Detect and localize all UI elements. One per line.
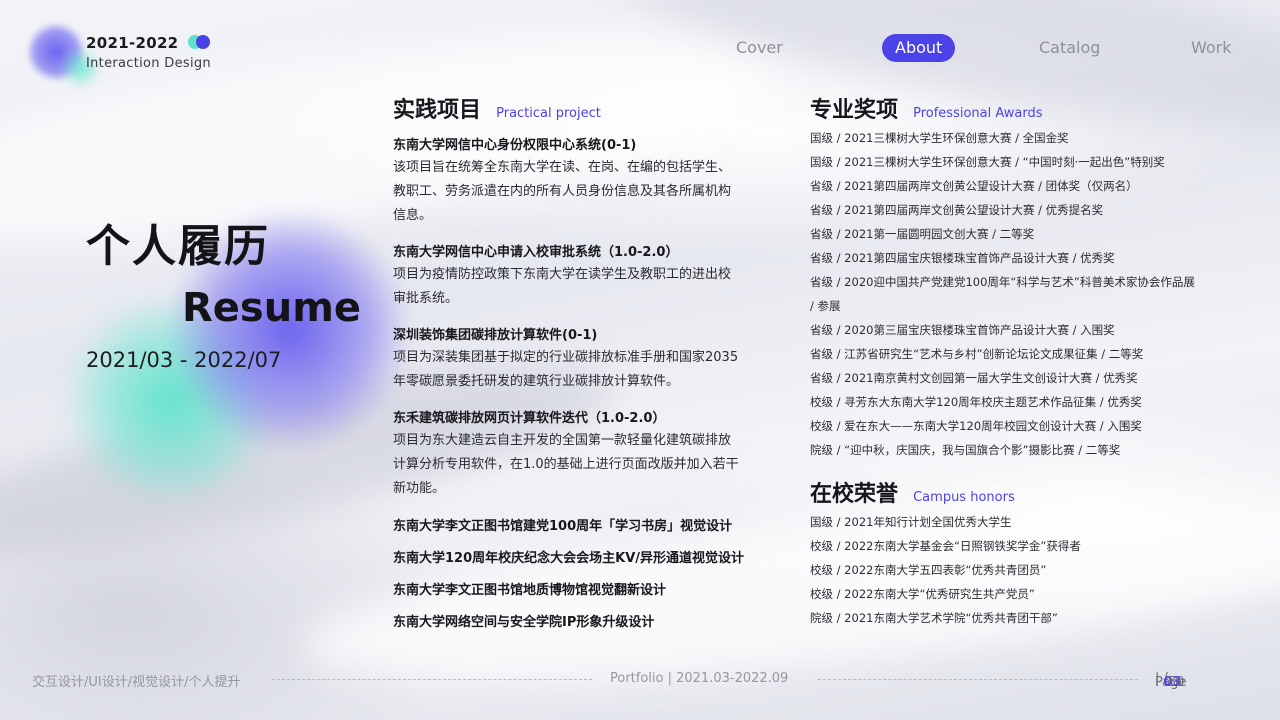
award-item: 国级 / 2021三棵树大学生环保创意大赛 / 全国金奖 <box>810 131 1069 145</box>
honor-item: 校级 / 2022东南大学“优秀研究生共产党员” <box>810 587 1035 601</box>
awards-heading-en: Professional Awards <box>913 106 1043 121</box>
footer-tags: 交互设计/UI设计/视觉设计/个人提升 <box>32 675 241 690</box>
footer-portfolio: Portfolio | 2021.03-2022.09 <box>610 671 789 686</box>
project-desc: 项目为疫情防控政策下东南大学在读学生及教职工的进出校审批系统。 <box>393 267 732 306</box>
award-item: 省级 / 2021第四届两岸文创黄公望设计大赛 / 优秀提名奖 <box>810 203 1104 217</box>
footer: 交互设计/UI设计/视觉设计/个人提升 Portfolio | 2021.03-… <box>0 667 1280 691</box>
honor-item: 校级 / 2022东南大学五四表彰“优秀共青团员” <box>810 563 1047 577</box>
page-total: 50 <box>1167 675 1185 690</box>
nav-work[interactable]: Work <box>1191 34 1232 62</box>
award-item: 省级 / 2020迎中国共产党建党100周年“科学与艺术”科普美术家协会作品展 … <box>810 275 1195 313</box>
awards-list: 国级 / 2021三棵树大学生环保创意大赛 / 全国金奖 国级 / 2021三棵… <box>810 126 1200 462</box>
award-item: 省级 / 2021第四届两岸文创黄公望设计大赛 / 团体奖（仅两名） <box>810 179 1138 193</box>
project-desc: 项目为东大建造云自主开发的全国第一款轻量化建筑碳排放计算分析专用软件，在1.0的… <box>393 433 739 496</box>
projects-heading-cn: 实践项目 <box>393 98 482 123</box>
top-nav: Cover About Catalog Work <box>0 34 1280 62</box>
award-item: 校级 / 爱在东大——东南大学120周年校园文创设计大赛 / 入围奖 <box>810 419 1142 433</box>
award-item: 省级 / 江苏省研究生“艺术与乡村”创新论坛论文成果征集 / 二等奖 <box>810 347 1144 361</box>
honors-heading: 在校荣誉 Campus honors <box>810 476 1015 508</box>
award-item: 省级 / 2021第一届圆明园文创大赛 / 二等奖 <box>810 227 1035 241</box>
project-title: 东南大学网信中心申请入校审批系统（1.0-2.0） <box>393 245 679 260</box>
award-item: 国级 / 2021三棵树大学生环保创意大赛 / “中国时刻·一起出色”特别奖 <box>810 155 1165 169</box>
hero-title-cn: 个人履历 <box>86 221 270 272</box>
award-item: 院级 / “迎中秋，庆国庆，我与国旗合个影”摄影比赛 / 二等奖 <box>810 443 1121 457</box>
project-title: 东南大学网信中心身份权限中心系统(0-1) <box>393 138 637 153</box>
project-title: 东南大学网络空间与安全学院IP形象升级设计 <box>393 615 655 630</box>
page-indicator: Page | 03 / 50 <box>1155 671 1187 690</box>
honor-item: 校级 / 2022东南大学基金会“日照钢铁奖学金”获得者 <box>810 539 1081 553</box>
award-item: 省级 / 2021南京黄村文创园第一届大学生文创设计大赛 / 优秀奖 <box>810 371 1138 385</box>
honors-list: 国级 / 2021年知行计划全国优秀大学生 校级 / 2022东南大学基金会“日… <box>810 510 1081 630</box>
footer-divider <box>818 679 1138 680</box>
hero-title-en: Resume <box>182 285 362 331</box>
project-title: 东禾建筑碳排放网页计算软件迭代（1.0-2.0） <box>393 411 666 426</box>
projects-heading-en: Practical project <box>496 106 601 121</box>
project-desc: 该项目旨在统筹全东南大学在读、在岗、在编的包括学生、教职工、劳务派遣在内的所有人… <box>393 160 732 223</box>
awards-heading: 专业奖项 Professional Awards <box>810 92 1042 124</box>
honor-item: 院级 / 2021东南大学艺术学院“优秀共青团干部” <box>810 611 1058 625</box>
honors-heading-en: Campus honors <box>913 490 1015 505</box>
project-title: 东南大学李文正图书馆建党100周年「学习书房」视觉设计 <box>393 519 733 534</box>
hero-date-range: 2021/03 - 2022/07 <box>86 348 282 372</box>
awards-heading-cn: 专业奖项 <box>810 98 899 123</box>
footer-divider <box>272 679 592 680</box>
honor-item: 国级 / 2021年知行计划全国优秀大学生 <box>810 515 1012 529</box>
project-title: 东南大学李文正图书馆地质博物馆视觉翻新设计 <box>393 583 667 598</box>
award-item: 校级 / 寻芳东大东南大学120周年校庆主题艺术作品征集 / 优秀奖 <box>810 395 1142 409</box>
honors-heading-cn: 在校荣誉 <box>810 482 899 507</box>
award-item: 省级 / 2021第四届宝庆银楼珠宝首饰产品设计大赛 / 优秀奖 <box>810 251 1115 265</box>
projects-heading: 实践项目 Practical project <box>393 92 601 124</box>
project-title: 东南大学120周年校庆纪念大会会场主KV/异形通道视觉设计 <box>393 551 745 566</box>
nav-catalog[interactable]: Catalog <box>1039 34 1100 62</box>
nav-cover[interactable]: Cover <box>736 34 783 62</box>
award-item: 省级 / 2020第三届宝庆银楼珠宝首饰产品设计大赛 / 入围奖 <box>810 323 1115 337</box>
project-title: 深圳装饰集团碳排放计算软件(0-1) <box>393 328 598 343</box>
nav-about[interactable]: About <box>882 34 956 62</box>
project-desc: 项目为深装集团基于拟定的行业碳排放标准手册和国家2035年零碳愿景委托研发的建筑… <box>393 350 739 389</box>
